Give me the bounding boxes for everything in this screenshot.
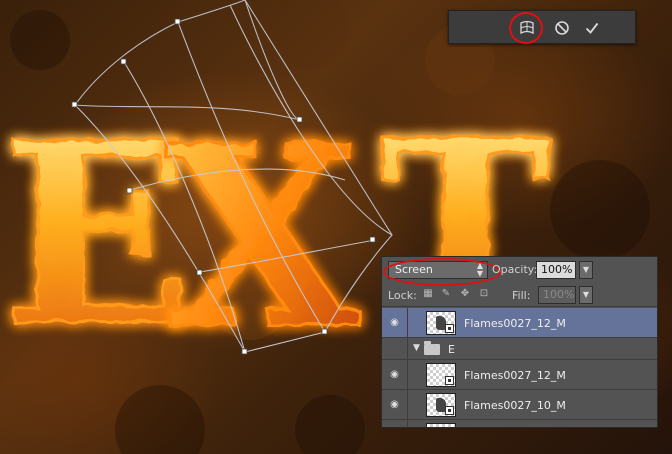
visibility-toggle[interactable]	[382, 420, 408, 427]
fill-label: Fill:	[512, 289, 531, 302]
layer-row[interactable]: ◉ ▪ Flames0027_12_M	[382, 308, 657, 338]
warp-handle[interactable]	[71, 101, 78, 108]
smart-object-icon: ▪	[445, 324, 454, 333]
layer-thumbnail	[426, 423, 456, 427]
warp-handle[interactable]	[174, 18, 181, 25]
blend-mode-value: Screen	[395, 263, 433, 276]
checkmark-icon	[585, 22, 599, 34]
letter-x-text: X	[165, 90, 359, 384]
opacity-input[interactable]: 100%	[536, 261, 576, 279]
layer-row[interactable]	[382, 420, 657, 427]
opacity-dropdown-button[interactable]: ▼	[579, 261, 593, 279]
layer-name: Flames0027_10_M	[464, 399, 566, 412]
layers-panel: Screen ▲ ▼ Opacity: 100% ▼ Lock: ▦ ✎ ✥ ⊡ …	[381, 256, 658, 428]
lock-all-icon[interactable]: ⊡	[478, 288, 490, 300]
transform-options-bar	[448, 10, 636, 44]
disclosure-triangle-icon[interactable]: ▼	[413, 343, 420, 353]
layer-thumbnail: ▪	[426, 393, 456, 417]
opacity-label: Opacity:	[492, 263, 538, 276]
warp-handle[interactable]	[369, 236, 376, 243]
visibility-toggle[interactable]: ◉	[382, 390, 408, 419]
warp-handle[interactable]	[296, 116, 303, 123]
layer-group-row[interactable]: ▼ E	[382, 338, 657, 360]
layer-name: Flames0027_12_M	[464, 317, 566, 330]
lock-row: Lock: ▦ ✎ ✥ ⊡ Fill: 100% ▼	[382, 283, 657, 307]
layer-row[interactable]: ◉ ▪ Flames0027_12_M	[382, 360, 657, 390]
folder-icon	[424, 341, 440, 355]
warp-handle[interactable]	[321, 328, 328, 335]
letter-e-text: E	[2, 87, 193, 381]
lock-transparent-pixels-icon[interactable]: ▦	[422, 288, 434, 300]
letter-e: E	[1, 86, 195, 383]
warp-handle[interactable]	[120, 58, 127, 65]
warp-mode-icon	[520, 20, 534, 35]
cancel-icon	[555, 21, 569, 35]
fill-dropdown-button[interactable]: ▼	[579, 286, 593, 304]
blend-mode-select[interactable]: Screen ▲ ▼	[383, 258, 501, 286]
visibility-toggle[interactable]: ◉	[382, 360, 408, 389]
letter-x: X	[164, 89, 361, 386]
blend-mode-row: Screen ▲ ▼ Opacity: 100% ▼	[382, 257, 657, 286]
lock-image-pixels-icon[interactable]: ✎	[440, 288, 452, 300]
smart-object-icon: ▪	[445, 406, 454, 415]
eye-icon: ◉	[390, 399, 399, 410]
eye-icon: ◉	[390, 369, 399, 380]
layer-name: Flames0027_12_M	[464, 369, 566, 382]
group-name: E	[448, 343, 455, 356]
commit-transform-button[interactable]	[579, 15, 605, 41]
visibility-toggle[interactable]	[382, 338, 408, 359]
cancel-transform-button[interactable]	[549, 15, 575, 41]
visibility-toggle[interactable]: ◉	[382, 308, 408, 337]
warp-handle[interactable]	[241, 348, 248, 355]
lock-position-icon[interactable]: ✥	[459, 288, 471, 300]
eye-icon: ◉	[390, 317, 399, 328]
chevron-down-icon: ▼	[582, 265, 590, 274]
layer-thumbnail: ▪	[426, 311, 456, 335]
layer-row[interactable]: ◉ ▪ Flames0027_10_M	[382, 390, 657, 420]
select-arrows-icon: ▲ ▼	[476, 261, 483, 278]
warp-mode-button[interactable]	[514, 15, 540, 41]
warp-handle[interactable]	[126, 187, 133, 194]
smart-object-icon: ▪	[445, 376, 454, 385]
layer-thumbnail: ▪	[426, 363, 456, 387]
chevron-down-icon: ▼	[582, 290, 590, 299]
warp-handle[interactable]	[196, 269, 203, 276]
fill-input[interactable]: 100%	[538, 286, 576, 304]
lock-label: Lock:	[388, 289, 417, 302]
